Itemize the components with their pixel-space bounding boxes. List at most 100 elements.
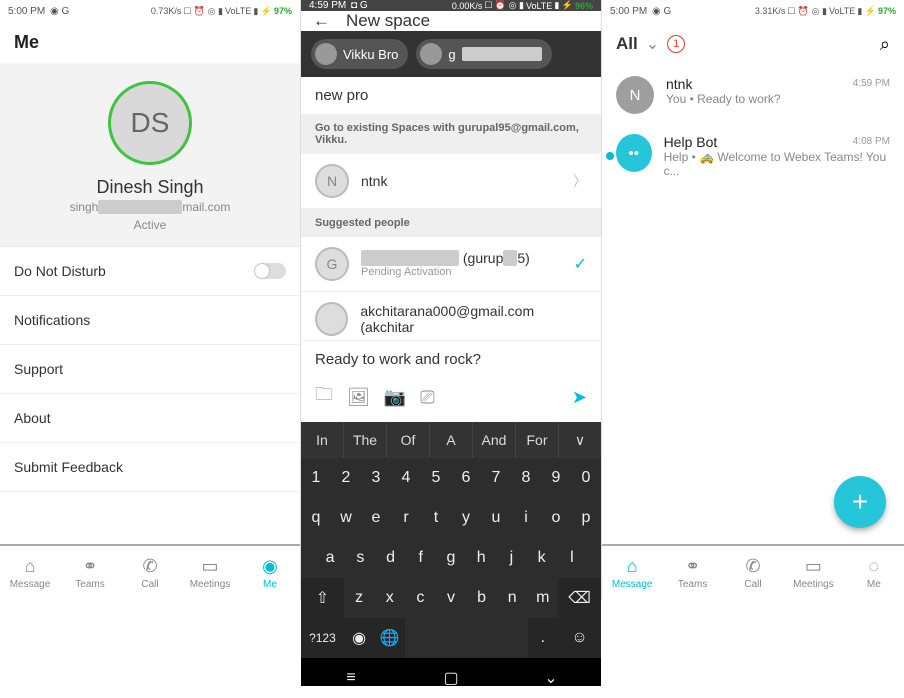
android-home[interactable]: ▢ [401, 658, 501, 698]
key[interactable]: o [541, 498, 571, 538]
key[interactable]: 0 [571, 458, 601, 498]
backspace-key[interactable]: ⌫ [558, 578, 601, 618]
key[interactable]: e [361, 498, 391, 538]
key[interactable]: 8 [511, 458, 541, 498]
image-icon[interactable]: 🖼 [347, 387, 370, 408]
key[interactable]: b [466, 578, 497, 618]
key[interactable]: t [421, 498, 451, 538]
android-back[interactable]: ⌄ [501, 658, 601, 698]
pane-new-space: 4:59 PM ◘ G 0.00K/s ☐ ⏰ ◎ ▮ VoLTE ▮ ⚡96%… [301, 0, 602, 600]
key[interactable]: j [496, 538, 526, 578]
sugg-key[interactable]: For [516, 422, 559, 458]
key[interactable]: 6 [451, 458, 481, 498]
profile-card: DS Dinesh Singh singhxxxxxxxxxxxxxxmail.… [0, 63, 300, 247]
key[interactable]: x [374, 578, 405, 618]
sugg-more[interactable]: ∨ [559, 422, 601, 458]
avatar[interactable]: DS [108, 81, 192, 165]
search-icon[interactable]: ⌕ [880, 34, 890, 55]
key[interactable]: a [315, 538, 345, 578]
timestamp: 4:59 PM [853, 78, 890, 89]
key[interactable]: m [528, 578, 559, 618]
compose-input[interactable]: Ready to work and rock? [301, 340, 601, 378]
camera-icon[interactable]: 📷 [384, 387, 406, 408]
person-akchita[interactable]: akchitarana000@gmail.com (akchitar [301, 292, 601, 340]
header: ← New space [301, 11, 601, 31]
tab-message[interactable]: ⌂Message [602, 546, 662, 600]
key[interactable]: z [344, 578, 375, 618]
video-icon[interactable]: ⎚ [420, 387, 434, 408]
back-icon[interactable]: ← [313, 11, 330, 31]
notifications-row[interactable]: Notifications [0, 296, 300, 345]
tab-teams[interactable]: ⚭Teams [60, 546, 120, 600]
hint-existing: Go to existing Spaces with gurupal95@gma… [301, 114, 601, 154]
search-input[interactable]: new pro [301, 77, 601, 114]
bottom-nav: ⌂Message ⚭Teams ✆Call ▭Meetings ◉Me [0, 544, 300, 600]
dnd-row[interactable]: Do Not Disturb [0, 247, 300, 296]
key[interactable]: q [301, 498, 331, 538]
chip-vikku[interactable]: Vikku Bro [311, 39, 408, 69]
key[interactable]: k [527, 538, 557, 578]
chat-helpbot[interactable]: •• Help Bot Help • 🚕 Welcome to Webex Te… [602, 124, 904, 188]
sugg-key[interactable]: A [430, 422, 473, 458]
key[interactable]: 4 [391, 458, 421, 498]
calendar-icon: ▭ [805, 556, 822, 577]
tab-meetings[interactable]: ▭Meetings [783, 546, 843, 600]
chip-g[interactable]: g [416, 39, 551, 69]
key[interactable]: 7 [481, 458, 511, 498]
feedback-row[interactable]: Submit Feedback [0, 443, 300, 492]
sugg-key[interactable]: And [473, 422, 516, 458]
symbols-key[interactable]: ?123 [301, 618, 344, 658]
folder-icon[interactable]: 🗀 [315, 382, 333, 412]
status-bar: 5:00 PM ◉ G 0.73K/s ☐ ⏰ ◎ ▮ VoLTE ▮ ⚡97% [0, 0, 300, 22]
about-row[interactable]: About [0, 394, 300, 443]
sugg-key[interactable]: Of [387, 422, 430, 458]
emoji-key[interactable]: ☺ [558, 618, 601, 658]
tab-call[interactable]: ✆Call [120, 546, 180, 600]
avatar: •• [616, 134, 652, 172]
sugg-key[interactable]: In [301, 422, 344, 458]
tab-me[interactable]: ◉Me [240, 546, 300, 600]
key[interactable]: 5 [421, 458, 451, 498]
shift-key[interactable]: ⇧ [301, 578, 344, 618]
suggested-header: Suggested people [301, 209, 601, 237]
key[interactable]: 9 [541, 458, 571, 498]
tab-me[interactable]: ◌Me [844, 546, 904, 600]
tab-teams[interactable]: ⚭Teams [662, 546, 722, 600]
key[interactable]: i [511, 498, 541, 538]
sugg-key[interactable]: The [344, 422, 387, 458]
mic-key[interactable]: ◉ [344, 618, 375, 658]
key[interactable]: 3 [361, 458, 391, 498]
android-recent[interactable]: ≡ [301, 658, 401, 698]
key[interactable]: d [375, 538, 405, 578]
person-gurup[interactable]: G xxxxxxxxxxxxxx (gurupxx5) Pending Acti… [301, 237, 601, 292]
key[interactable]: c [405, 578, 436, 618]
key[interactable]: h [466, 538, 496, 578]
key[interactable]: f [406, 538, 436, 578]
key[interactable]: 2 [331, 458, 361, 498]
filter-all[interactable]: All [616, 34, 638, 54]
space-key[interactable] [405, 618, 527, 658]
key[interactable]: g [436, 538, 466, 578]
key[interactable]: v [436, 578, 467, 618]
chat-ntnk[interactable]: N ntnk You • Ready to work? 4:59 PM [602, 66, 904, 124]
chevron-down-icon[interactable]: ⌄ [646, 34, 659, 54]
period-key[interactable]: . [528, 618, 559, 658]
person-ntnk[interactable]: N ntnk 〉 [301, 154, 601, 209]
key[interactable]: u [481, 498, 511, 538]
tab-meetings[interactable]: ▭Meetings [180, 546, 240, 600]
key[interactable]: 1 [301, 458, 331, 498]
key[interactable]: y [451, 498, 481, 538]
key[interactable]: r [391, 498, 421, 538]
key[interactable]: s [345, 538, 375, 578]
support-row[interactable]: Support [0, 345, 300, 394]
tab-call[interactable]: ✆Call [723, 546, 783, 600]
key[interactable]: n [497, 578, 528, 618]
tab-message[interactable]: ⌂Message [0, 546, 60, 600]
dnd-toggle[interactable] [254, 263, 286, 279]
key[interactable]: w [331, 498, 361, 538]
fab-new[interactable]: + [834, 476, 886, 528]
send-icon[interactable]: ➤ [572, 387, 587, 408]
globe-key[interactable]: 🌐 [374, 618, 405, 658]
key[interactable]: l [557, 538, 587, 578]
key[interactable]: p [571, 498, 601, 538]
